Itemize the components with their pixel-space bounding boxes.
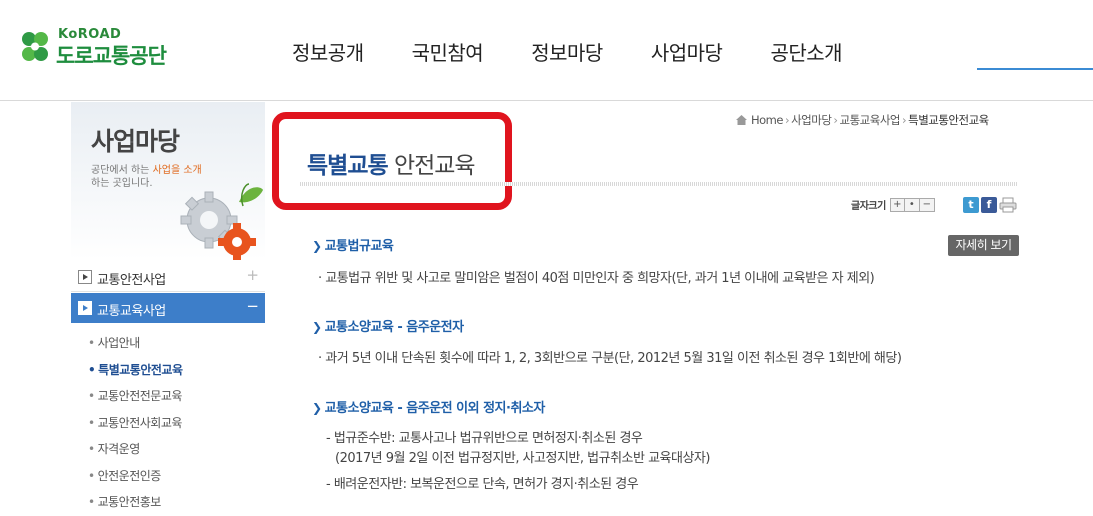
main-navigation: 정보공개 국민참여 정보마당 사업마당 공단소개 [292,37,890,66]
nav-info-disclosure[interactable]: 정보공개 [292,37,364,66]
section-title-text: 교통소양교육 - 음주운전 이외 정지·취소자 [324,401,546,416]
chevron-right-icon: ❯ [312,401,322,415]
nav-business[interactable]: 사업마당 [651,37,723,66]
font-size-controls: 글자크기 + • − [851,197,935,212]
print-icon[interactable] [999,197,1017,213]
section-title-text: 교통법규교육 [324,239,394,254]
sidebar-submenu: • 사업안내 • 특별교통안전교육 • 교통안전전문교육 • 교통안전사회교육 • 자격운… [88,335,183,516]
section-title-drunk-driving-education[interactable]: ❯ 교통소양교육 - 음주운전자 [312,316,464,335]
sidebar-item-traffic-safety-business[interactable]: 교통안전사업 + [71,262,265,292]
submenu-label: 사업안내 [97,336,141,350]
twitter-share-icon[interactable]: t [963,197,979,213]
bullet-icon: • [88,442,95,456]
section-title-traffic-law-education[interactable]: ❯ 교통법규교육 [312,235,394,254]
chevron-right-icon: ❯ [312,320,322,334]
sidebar-item-traffic-education-business[interactable]: 교통교육사업 − [71,293,265,323]
breadcrumb: Home › 사업마당 › 교통교육사업 › 특별교통안전교육 [735,112,989,128]
banner-desc-text-2: 하는 곳입니다. [91,178,153,189]
section-text: (2017년 9월 2일 이전 법규정지반, 사고정지반, 법규취소반 교육대상… [335,451,710,466]
bullet-icon: • [88,495,95,509]
highlight-annotation-box [272,112,512,210]
bullet-icon: • [88,389,95,403]
nav-about[interactable]: 공단소개 [770,37,842,66]
submenu-item-qualification[interactable]: • 자격운영 [88,441,183,468]
breadcrumb-current: 특별교통안전교육 [908,113,989,127]
bullet-icon: • [88,362,96,377]
nav-citizen-participation[interactable]: 국민참여 [412,37,484,66]
breadcrumb-separator-icon: › [833,113,838,127]
font-size-label: 글자크기 [851,201,886,212]
section-text: - 배려운전자반: 보복운전으로 단속, 면허가 경지·취소된 경우 [326,477,639,492]
view-details-button[interactable]: 자세히 보기 [948,235,1019,256]
menu-arrow-icon [78,301,92,315]
section-text: - 법규준수반: 교통사고나 법규위반으로 면허정지·취소된 경우 [326,431,643,446]
nav-information[interactable]: 정보마당 [531,37,603,66]
section-title-other-suspension-education[interactable]: ❯ 교통소양교육 - 음주운전 이외 정지·취소자 [312,397,545,416]
expand-plus-icon: + [246,266,259,284]
title-divider [300,182,1018,186]
clover-logo-icon [22,32,48,61]
koroad-logo[interactable]: KoROAD 도로교통공단 [16,26,176,68]
font-reset-button[interactable]: • [904,197,920,212]
breadcrumb-home[interactable]: Home [751,113,783,127]
banner-desc-text: 공단에서 하는 [91,165,153,176]
submenu-label: 교통안전사회교육 [97,415,183,430]
bullet-icon: • [88,336,95,350]
breadcrumb-separator-icon: › [784,113,790,127]
breadcrumb-separator-icon: › [902,113,907,127]
breadcrumb-business[interactable]: 사업마당 [791,112,832,128]
submenu-item-safe-driving-certification[interactable]: • 안전운전인증 [88,468,183,495]
bullet-icon: • [88,415,95,430]
submenu-label: 안전운전인증 [97,468,162,483]
header-accent-line [977,68,1093,70]
submenu-item-professional-education[interactable]: • 교통안전전문교육 [88,388,183,415]
submenu-item-business-guide[interactable]: • 사업안내 [88,335,183,362]
home-icon [736,115,747,125]
logo-korean-text: 도로교통공단 [56,44,167,68]
submenu-label: 교통안전전문교육 [97,389,183,403]
font-decrease-button[interactable]: − [919,197,935,212]
breadcrumb-education-business[interactable]: 교통교육사업 [840,112,901,128]
chevron-right-icon: ❯ [312,239,322,253]
submenu-item-social-education[interactable]: • 교통안전사회교육 [88,415,183,442]
submenu-label: 교통안전홍보 [97,495,162,509]
submenu-item-safety-promotion[interactable]: • 교통안전홍보 [88,494,183,516]
sidebar-banner-title: 사업마당 [91,127,180,156]
collapse-minus-icon: − [246,297,259,315]
font-increase-button[interactable]: + [889,197,905,212]
sidebar-item-label: 교통교육사업 [97,304,166,319]
submenu-item-special-traffic-safety-education[interactable]: • 특별교통안전교육 [88,362,183,389]
submenu-label: 특별교통안전교육 [98,362,183,377]
section-text: · 과거 5년 이내 단속된 횟수에 따라 1, 2, 3회반으로 구분(단, … [318,351,902,366]
sidebar-item-label: 교통안전사업 [97,273,166,288]
site-header: KoROAD 도로교통공단 정보공개 국민참여 정보마당 사업마당 공단소개 [0,0,1093,101]
facebook-share-icon[interactable]: f [981,197,997,213]
share-controls: t f [963,197,1017,213]
bullet-icon: • [88,468,95,483]
section-text: · 교통법규 위반 및 사고로 말미암은 벌점이 40점 미만인자 중 희망자(… [318,271,875,286]
sidebar-banner: 사업마당 공단에서 하는 사업을 소개 하는 곳입니다. [71,102,265,260]
section-title-text: 교통소양교육 - 음주운전자 [324,320,465,335]
menu-arrow-icon [78,270,92,284]
gears-illustration-icon [180,183,263,260]
submenu-label: 자격운영 [97,442,141,456]
